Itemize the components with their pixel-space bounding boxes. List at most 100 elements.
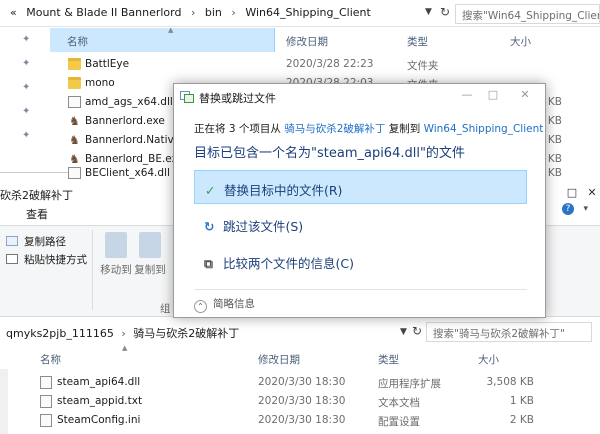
fewer-details-label: 简略信息 bbox=[213, 298, 255, 310]
copy-to-icon bbox=[139, 232, 161, 258]
dialog-title: 替换或跳过文件 bbox=[199, 92, 276, 105]
file-name: mono bbox=[85, 77, 115, 89]
replace-file-label: 替换目标中的文件(R) bbox=[224, 183, 343, 198]
column-header-size[interactable]: 大小 bbox=[478, 352, 499, 367]
chevron-down-icon[interactable]: ▼ bbox=[425, 7, 432, 17]
column-header-date[interactable]: 修改日期 bbox=[286, 34, 328, 49]
file-size: KB bbox=[547, 134, 562, 146]
breadcrumb-item-patch-folder[interactable]: 骑马与砍杀2破解补丁 bbox=[133, 327, 239, 340]
file-date: 2020/3/30 18:30 bbox=[258, 414, 346, 426]
source-folder-link[interactable]: 骑马与砍杀2破解补丁 bbox=[284, 123, 385, 135]
bottom-address-bar[interactable]: qmyks2pjb_111165 › 骑马与砍杀2破解补丁 ▼ ↻ 搜索"骑马与… bbox=[0, 321, 600, 343]
breadcrumb-item-bin[interactable]: bin bbox=[205, 6, 222, 19]
file-size: KB bbox=[547, 167, 562, 179]
ribbon-group-label: 组 bbox=[160, 303, 171, 315]
bottom-search-input[interactable]: 搜索"骑马与砍杀2破解补丁" bbox=[426, 322, 592, 342]
replace-file-option[interactable]: ✓ 替换目标中的文件(R) bbox=[194, 170, 527, 204]
skip-file-label: 跳过该文件(S) bbox=[223, 219, 304, 234]
file-row[interactable]: SteamConfig.ini 2020/3/30 18:30 配置设置 2 K… bbox=[40, 411, 600, 430]
pin-icon[interactable]: ✦ bbox=[22, 106, 36, 130]
compare-files-label: 比较两个文件的信息(C) bbox=[223, 256, 354, 271]
compare-files-option[interactable]: ⧉ 比较两个文件的信息(C) bbox=[194, 244, 527, 278]
file-row[interactable]: BattlEye 2020/3/28 22:23 文件夹 bbox=[68, 56, 600, 74]
tab-view[interactable]: 查看 bbox=[26, 206, 48, 222]
file-size: KB bbox=[547, 96, 562, 108]
copy-path-icon bbox=[6, 236, 18, 246]
file-type: 配置设置 bbox=[378, 416, 420, 428]
text-file-icon bbox=[40, 395, 52, 408]
breadcrumb-separator: › bbox=[231, 6, 236, 19]
bottom-breadcrumb: qmyks2pjb_111165 › 骑马与砍杀2破解补丁 bbox=[6, 325, 239, 341]
copy-to-button[interactable]: 复制到 bbox=[130, 232, 170, 277]
close-button[interactable]: ✕ bbox=[584, 183, 600, 203]
file-name: BEClient_x64.dll bbox=[85, 167, 170, 179]
close-button[interactable]: ✕ bbox=[512, 88, 538, 101]
refresh-icon[interactable]: ↻ bbox=[412, 324, 422, 338]
file-type: 应用程序扩展 bbox=[378, 378, 441, 390]
file-name: BattlEye bbox=[85, 58, 130, 70]
pin-icon[interactable]: ✦ bbox=[22, 58, 36, 82]
folder-icon bbox=[68, 58, 81, 70]
column-header-type[interactable]: 类型 bbox=[378, 352, 399, 367]
file-date: 2020/3/30 18:30 bbox=[258, 395, 346, 407]
copy-to-label: 复制到 bbox=[134, 264, 166, 276]
game-exe-icon: ♞ bbox=[69, 152, 80, 166]
sort-up-icon: ▲ bbox=[122, 344, 128, 352]
top-column-header: ▲ 名称 修改日期 类型 大小 bbox=[50, 26, 600, 52]
move-to-label: 移动到 bbox=[100, 264, 132, 276]
skip-icon: ↻ bbox=[204, 219, 215, 234]
quick-access-pins: ✦ ✦ ✦ ✦ ✦ bbox=[22, 34, 36, 154]
refresh-icon[interactable]: ↻ bbox=[440, 5, 450, 19]
top-address-bar[interactable]: « Mount & Blade II Bannerlord › bin › Wi… bbox=[0, 0, 600, 27]
column-header-type[interactable]: 类型 bbox=[407, 34, 428, 49]
maximize-button[interactable]: □ bbox=[480, 88, 506, 101]
file-size: 2 KB bbox=[509, 414, 534, 426]
bottom-column-header: ▲ 名称 修改日期 类型 大小 bbox=[0, 344, 600, 369]
pin-icon[interactable]: ✦ bbox=[22, 34, 36, 58]
column-header-name[interactable]: ▲ 名称 bbox=[50, 26, 275, 52]
file-size: KB bbox=[547, 115, 562, 127]
chevron-down-icon[interactable]: ▾ bbox=[583, 204, 588, 214]
minimize-button[interactable]: — bbox=[454, 88, 480, 101]
paste-shortcut-icon bbox=[6, 254, 18, 264]
skip-file-option[interactable]: ↻ 跳过该文件(S) bbox=[194, 207, 527, 241]
chevron-down-icon[interactable]: ▼ bbox=[400, 327, 407, 337]
breadcrumb-overflow[interactable]: « bbox=[10, 6, 17, 19]
progress-prefix: 正在将 3 个项目从 bbox=[194, 123, 281, 135]
file-name: SteamConfig.ini bbox=[57, 414, 141, 426]
column-header-date[interactable]: 修改日期 bbox=[258, 352, 300, 367]
destination-folder-link[interactable]: Win64_Shipping_Client bbox=[424, 123, 544, 135]
sort-up-icon: ▲ bbox=[168, 26, 174, 34]
file-size: 1 KB bbox=[509, 395, 534, 407]
column-name-label: 名称 bbox=[67, 36, 88, 48]
file-name: steam_appid.txt bbox=[57, 395, 143, 407]
help-icon[interactable]: ? bbox=[562, 203, 574, 215]
breadcrumb-item-archive[interactable]: qmyks2pjb_111165 bbox=[6, 327, 114, 340]
file-row[interactable]: steam_api64.dll 2020/3/30 18:30 应用程序扩展 3… bbox=[40, 373, 600, 392]
chevron-up-icon: ⌃ bbox=[194, 300, 207, 313]
column-header-name[interactable]: 名称 bbox=[40, 352, 61, 367]
pin-icon[interactable]: ✦ bbox=[22, 130, 36, 154]
copy-progress-text: 正在将 3 个项目从 骑马与砍杀2破解补丁 复制到 Win64_Shipping… bbox=[194, 121, 543, 136]
file-type: 文本文档 bbox=[378, 397, 420, 409]
copy-path-button[interactable]: 复制路径 bbox=[6, 234, 66, 249]
top-search-input[interactable]: 搜索"Win64_Shipping_Client" bbox=[455, 4, 600, 24]
top-breadcrumb: « Mount & Blade II Bannerlord › bin › Wi… bbox=[10, 6, 377, 19]
config-file-icon bbox=[40, 414, 52, 427]
column-header-size[interactable]: 大小 bbox=[510, 34, 531, 49]
fewer-details-toggle[interactable]: ⌃ 简略信息 bbox=[194, 296, 255, 313]
file-name: Bannerlord.exe bbox=[85, 115, 165, 127]
pin-icon[interactable]: ✦ bbox=[22, 82, 36, 106]
dialog-titlebar[interactable]: 替换或跳过文件 — □ ✕ bbox=[174, 84, 545, 110]
file-date: 2020/3/28 22:23 bbox=[286, 58, 374, 70]
file-size: KB bbox=[547, 153, 562, 165]
breadcrumb-separator: › bbox=[190, 6, 196, 19]
move-to-icon bbox=[105, 232, 127, 258]
copy-path-label: 复制路径 bbox=[24, 236, 66, 248]
breadcrumb-separator: › bbox=[121, 327, 126, 340]
paste-shortcut-button[interactable]: 粘贴快捷方式 bbox=[6, 252, 87, 267]
breadcrumb-item-win64[interactable]: Win64_Shipping_Client bbox=[245, 6, 371, 19]
conflict-headline: 目标已包含一个名为"steam_api64.dll"的文件 bbox=[194, 146, 465, 161]
breadcrumb-item-game[interactable]: Mount & Blade II Bannerlord bbox=[26, 6, 181, 19]
file-row[interactable]: steam_appid.txt 2020/3/30 18:30 文本文档 1 K… bbox=[40, 392, 600, 411]
